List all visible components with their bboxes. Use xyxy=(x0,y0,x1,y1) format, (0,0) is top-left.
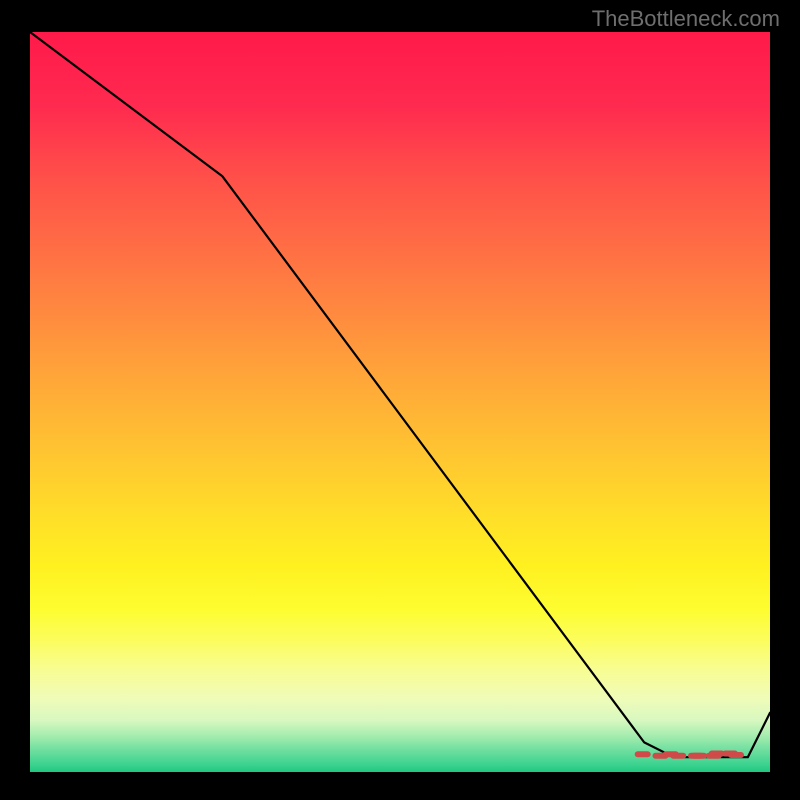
chart-line xyxy=(30,32,770,757)
chart-plot-area xyxy=(30,32,770,772)
chart-marker xyxy=(691,753,707,759)
chart-marker xyxy=(663,751,679,757)
watermark-text: TheBottleneck.com xyxy=(592,6,780,32)
chart-svg xyxy=(30,32,770,772)
chart-marker xyxy=(722,751,738,757)
chart-marker xyxy=(635,751,651,757)
